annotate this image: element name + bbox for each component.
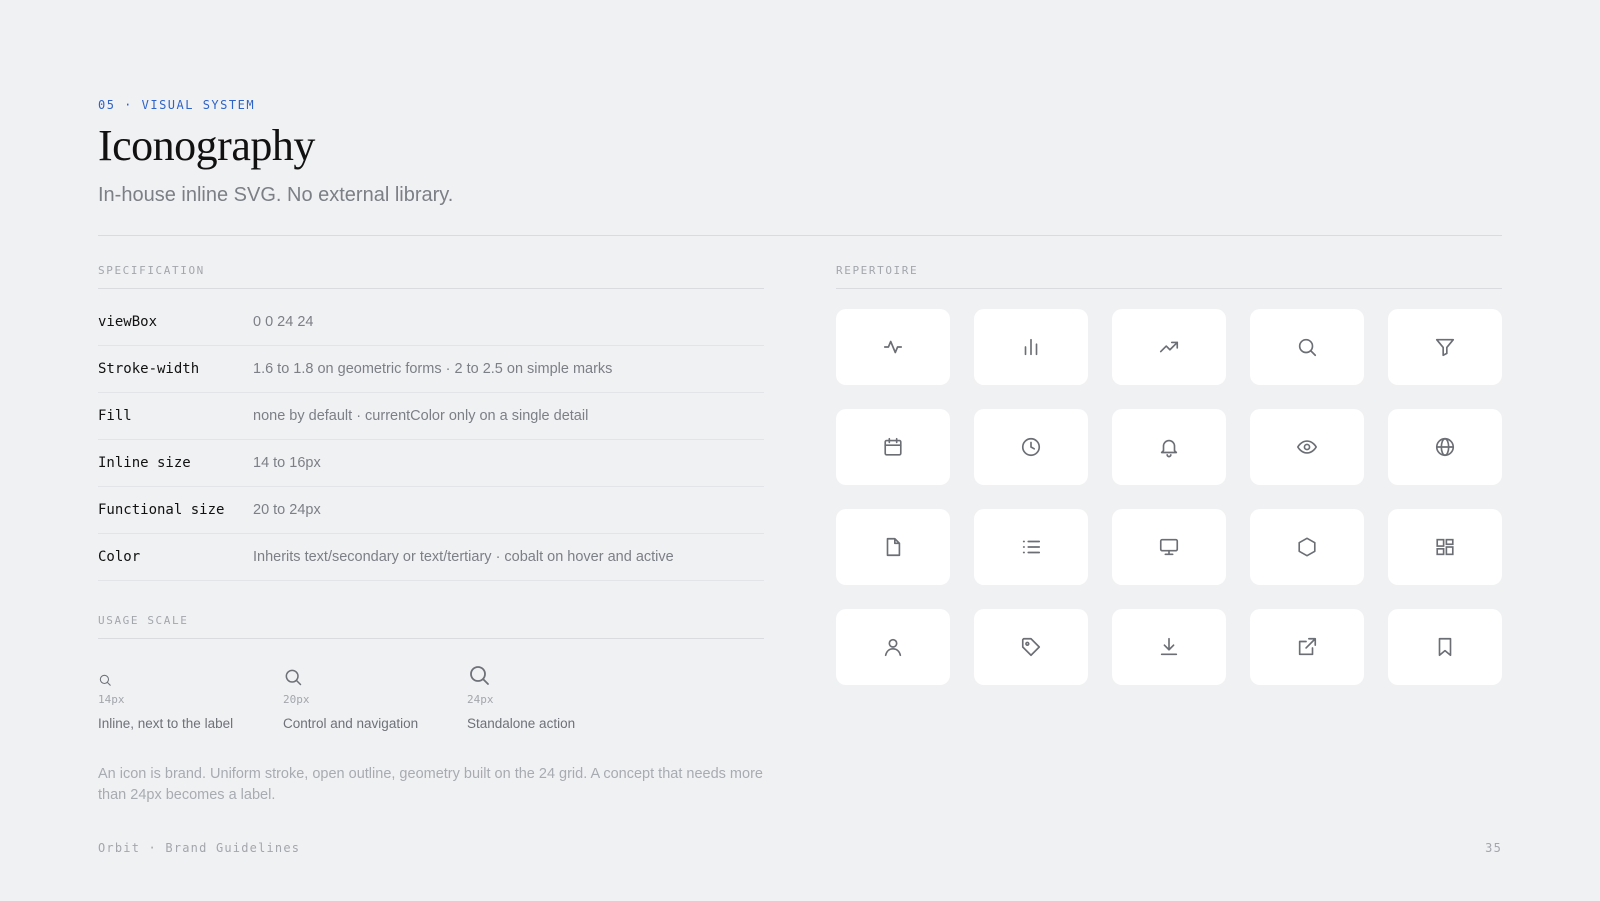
usage-description: Control and navigation — [283, 716, 419, 731]
icon-tile-dashboard-grid — [1388, 509, 1502, 585]
repertoire-label: REPERTOIRE — [836, 264, 1502, 289]
spec-value: none by default · currentColor only on a… — [253, 408, 589, 424]
usage-size: 24px — [467, 693, 494, 706]
icon-tile-clock — [974, 409, 1088, 485]
specification-label: SPECIFICATION — [98, 264, 764, 289]
icon-tile-eye — [1250, 409, 1364, 485]
icon-tile-bar-chart — [974, 309, 1088, 385]
monitor-icon — [1159, 538, 1179, 556]
spec-value: 0 0 24 24 — [253, 314, 314, 330]
footer-brand: Orbit · Brand Guidelines — [98, 841, 301, 855]
external-link-icon — [1298, 637, 1317, 656]
file-icon — [886, 537, 901, 557]
icon-tile-calendar — [836, 409, 950, 485]
usage-item-24: 24px Standalone action — [467, 661, 575, 731]
spec-key: Functional size — [98, 502, 225, 518]
specification-column: SPECIFICATION viewBox 0 0 24 24 Stroke-w… — [98, 264, 764, 803]
trending-up-icon — [1159, 341, 1179, 353]
spec-key: Inline size — [98, 455, 191, 471]
tag-icon — [1021, 637, 1041, 657]
spec-value: Inherits text/secondary or text/tertiary… — [253, 549, 674, 565]
search-icon — [283, 667, 303, 687]
eye-icon — [1296, 440, 1318, 454]
icon-tile-file — [836, 509, 950, 585]
globe-icon — [1435, 437, 1455, 457]
spec-row: Functional size 20 to 24px — [98, 487, 764, 534]
activity-icon — [883, 340, 903, 354]
page-subtitle: In-house inline SVG. No external library… — [98, 184, 454, 206]
spec-value: 14 to 16px — [253, 455, 321, 471]
icon-tile-search — [1250, 309, 1364, 385]
icon-tile-filter — [1388, 309, 1502, 385]
clock-icon — [1021, 437, 1041, 457]
user-icon — [884, 638, 902, 657]
usage-item-14: 14px Inline, next to the label — [98, 661, 233, 731]
icon-tile-bookmark — [1388, 609, 1502, 685]
icon-tile-tag — [974, 609, 1088, 685]
icon-tile-activity — [836, 309, 950, 385]
usage-scale-section: USAGE SCALE 14px Inline, next to the lab… — [98, 614, 764, 741]
spec-row: Inline size 14 to 16px — [98, 440, 764, 487]
icon-tile-hexagon — [1250, 509, 1364, 585]
icon-tile-download — [1112, 609, 1226, 685]
spec-key: Fill — [98, 408, 132, 424]
spec-row: viewBox 0 0 24 24 — [98, 299, 764, 346]
spec-key: Stroke-width — [98, 361, 200, 377]
icon-tile-user — [836, 609, 950, 685]
usage-item-20: 20px Control and navigation — [283, 661, 418, 731]
filter-icon — [1435, 338, 1455, 357]
spec-value: 20 to 24px — [253, 502, 321, 518]
search-icon — [467, 663, 491, 687]
usage-scale-label: USAGE SCALE — [98, 614, 764, 639]
search-icon — [1298, 338, 1317, 357]
repertoire-column: REPERTOIRE — [836, 264, 1502, 685]
usage-description: Inline, next to the label — [98, 716, 234, 731]
usage-scale-items: 14px Inline, next to the label 20px Cont… — [98, 661, 764, 741]
bar-chart-icon — [1024, 338, 1038, 356]
usage-description: Standalone action — [467, 716, 576, 731]
usage-size: 20px — [283, 693, 310, 706]
section-eyebrow: 05 · VISUAL SYSTEM — [98, 98, 256, 112]
bookmark-icon — [1438, 637, 1452, 657]
icon-tile-list — [974, 509, 1088, 585]
spec-row: Stroke-width 1.6 to 1.8 on geometric for… — [98, 346, 764, 393]
header-divider — [98, 235, 1502, 236]
spec-row: Fill none by default · currentColor only… — [98, 393, 764, 440]
brand-note: An icon is brand. Uniform stroke, open o… — [98, 766, 763, 803]
download-icon — [1160, 637, 1178, 656]
page-number: 35 — [1485, 841, 1502, 855]
dashboard-grid-icon — [1436, 538, 1454, 556]
spec-key: viewBox — [98, 314, 158, 330]
spec-value: 1.6 to 1.8 on geometric forms · 2 to 2.5… — [253, 361, 613, 377]
icon-tile-bell — [1112, 409, 1226, 485]
spec-row: Color Inherits text/secondary or text/te… — [98, 534, 764, 581]
list-icon — [1022, 540, 1041, 554]
icon-tile-trending-up — [1112, 309, 1226, 385]
hexagon-icon — [1298, 537, 1316, 557]
specification-table: viewBox 0 0 24 24 Stroke-width 1.6 to 1.… — [98, 299, 764, 581]
usage-size: 14px — [98, 693, 125, 706]
slide: 05 · VISUAL SYSTEM Iconography In-house … — [98, 0, 1502, 901]
spec-key: Color — [98, 549, 141, 565]
bell-icon — [1160, 439, 1178, 458]
icon-tile-external-link — [1250, 609, 1364, 685]
icon-tile-monitor — [1112, 509, 1226, 585]
icon-tile-globe — [1388, 409, 1502, 485]
search-icon — [98, 673, 112, 687]
page-title: Iconography — [98, 121, 315, 170]
calendar-icon — [884, 437, 902, 456]
icon-grid — [836, 309, 1502, 685]
